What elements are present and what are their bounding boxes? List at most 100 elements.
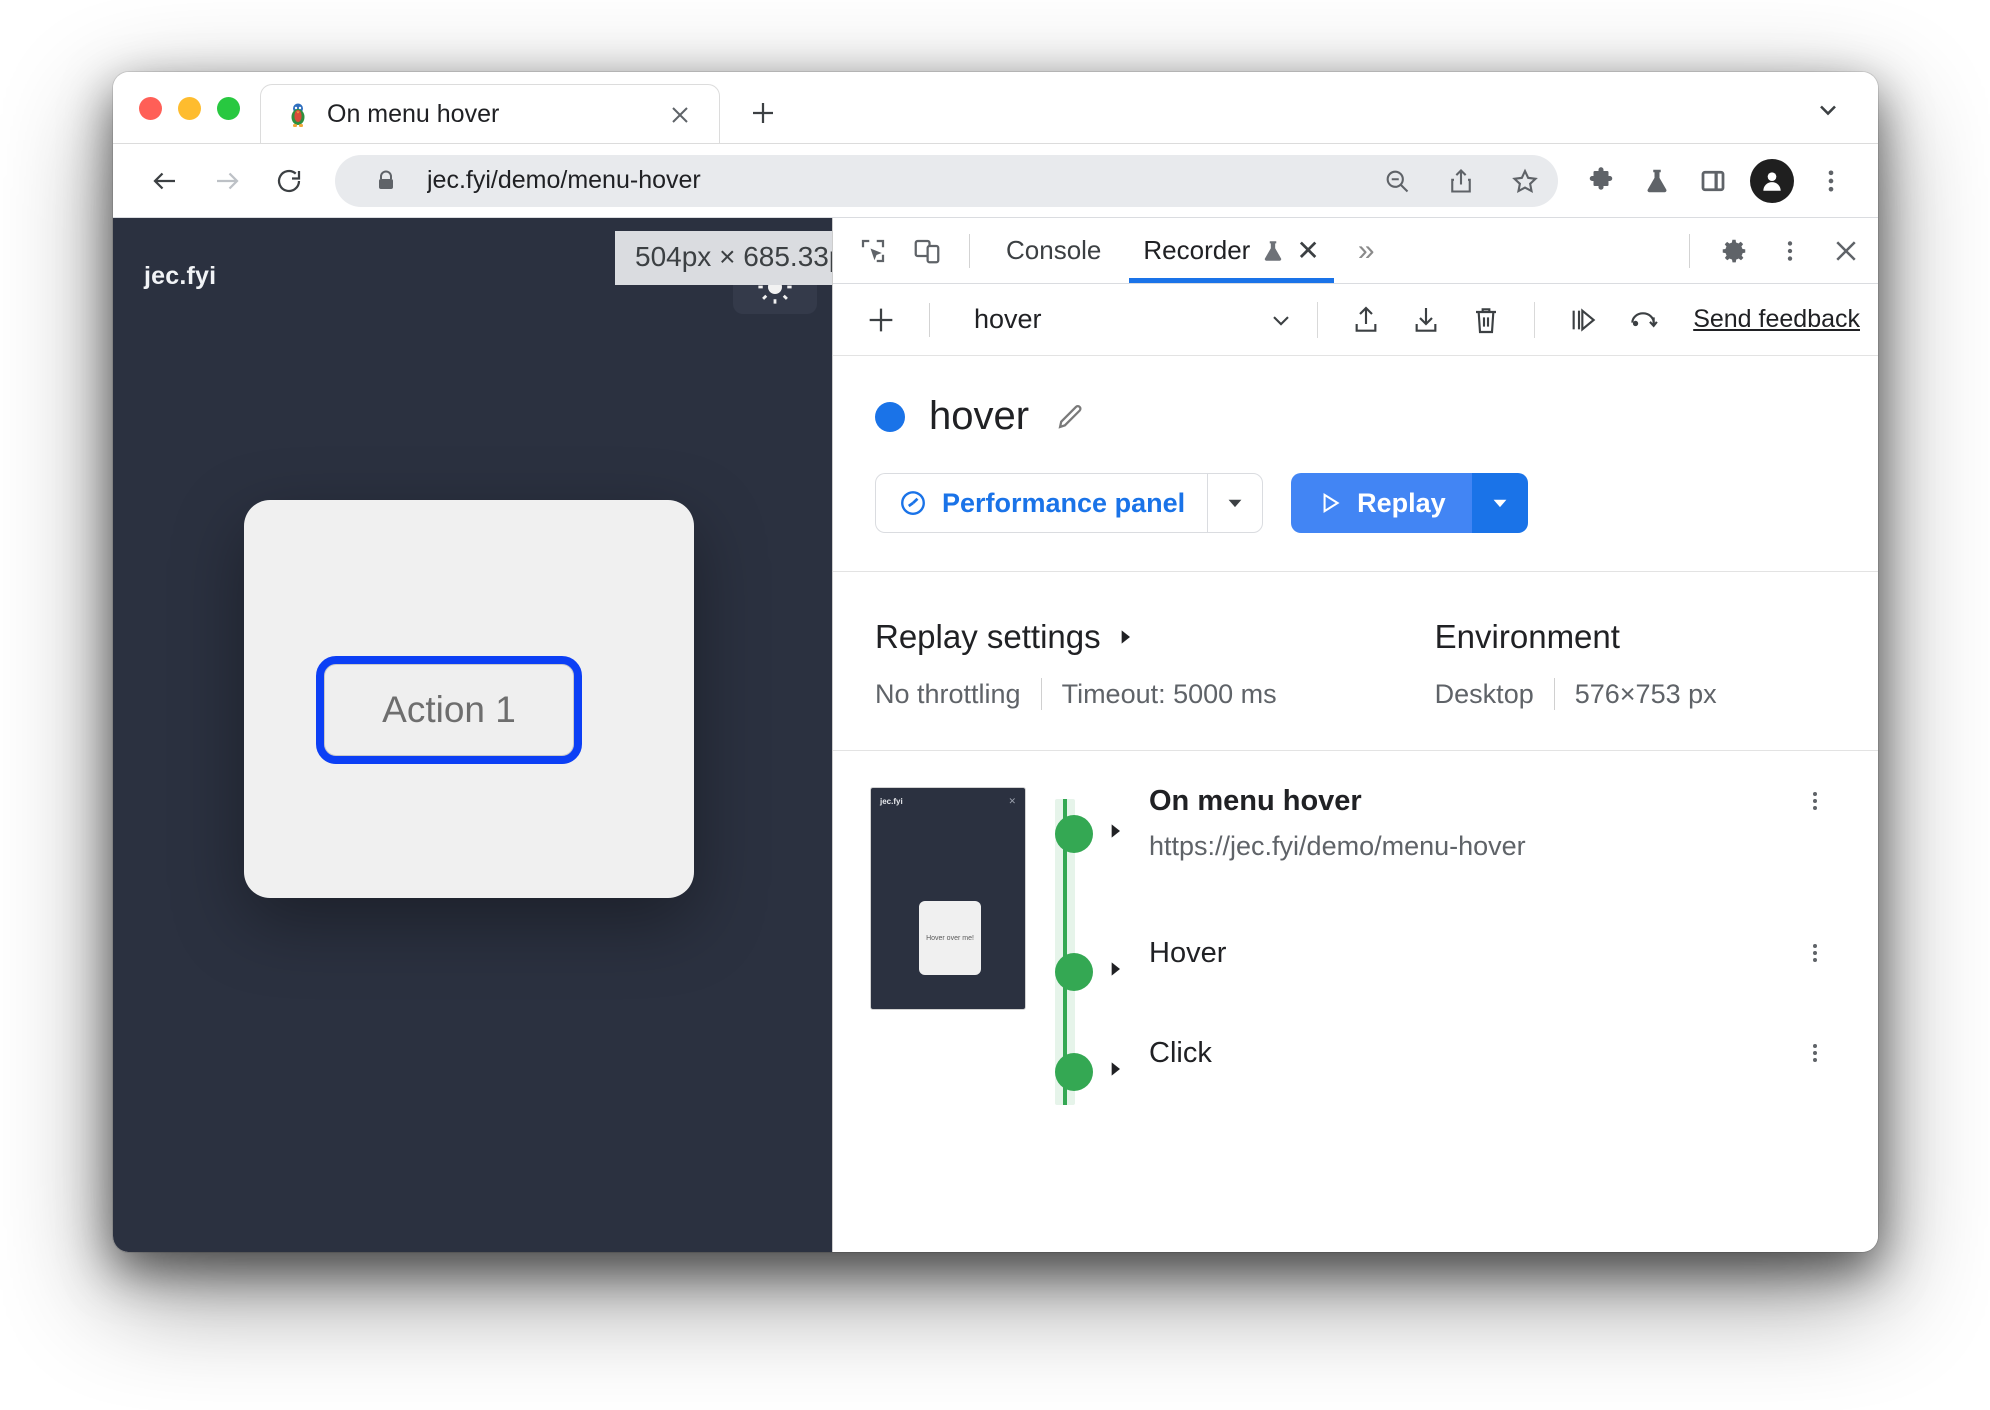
new-tab-button[interactable] <box>736 86 790 140</box>
step-title: Hover <box>1149 937 1227 969</box>
performance-panel-button[interactable]: Performance panel <box>875 473 1208 533</box>
environment-values: Desktop 576×753 px <box>1435 678 1737 710</box>
recording-status-dot <box>875 401 905 432</box>
step-kebab-menu-icon[interactable] <box>1792 1037 1838 1065</box>
forward-button[interactable] <box>199 153 255 209</box>
zoom-out-icon[interactable] <box>1374 158 1420 204</box>
replay-settings-label: Replay settings <box>875 618 1101 655</box>
replay-settings-values: No throttling Timeout: 5000 ms <box>875 678 1297 710</box>
devtools-kebab-menu-icon[interactable] <box>1764 225 1816 277</box>
tab-recorder[interactable]: Recorder ✕ <box>1123 219 1339 283</box>
replay-loop-icon[interactable] <box>1617 294 1669 346</box>
trash-icon[interactable] <box>1460 294 1512 346</box>
step-title: On menu hover <box>1149 785 1362 817</box>
toolbar-divider-right <box>1689 233 1690 268</box>
gear-icon[interactable] <box>1708 225 1760 277</box>
omnibox[interactable]: jec.fyi/demo/menu-hover <box>335 154 1558 207</box>
environment-column: Environment Desktop 576×753 px <box>1435 618 1737 710</box>
export-icon[interactable] <box>1340 294 1392 346</box>
replay-button[interactable]: Replay <box>1291 473 1472 533</box>
penguin-favicon <box>285 102 311 128</box>
page-brand: jec.fyi <box>144 262 217 290</box>
address-bar: jec.fyi/demo/menu-hover <box>113 144 1878 218</box>
step-kebab-menu-icon[interactable] <box>1792 785 1838 813</box>
minimize-window-button[interactable] <box>178 96 201 120</box>
device-toolbar-icon[interactable] <box>901 225 953 277</box>
chevron-down-icon[interactable] <box>1806 88 1850 132</box>
step-row[interactable]: On menu hover https://jec.fyi/demo/menu-… <box>833 785 1878 937</box>
settings-block: Replay settings No throttling Timeout: 5… <box>833 571 1878 750</box>
chevron-right-icon[interactable] <box>1105 959 1125 979</box>
play-icon <box>1317 490 1343 516</box>
tab-recorder-label: Recorder <box>1143 235 1251 265</box>
browser-window: On menu hover jec.fyi/demo/menu-hover je… <box>113 72 1878 1252</box>
replay-settings-toggle[interactable]: Replay settings <box>875 618 1297 656</box>
import-icon[interactable] <box>1400 294 1452 346</box>
recording-actions: Performance panel Replay <box>875 473 1878 533</box>
viewport-size-tooltip: 504px × 685.33px <box>615 231 832 285</box>
chevron-right-icon[interactable] <box>1105 821 1125 841</box>
chevron-right-icon <box>1115 627 1135 647</box>
recorder-divider-1 <box>929 302 930 337</box>
recorder-divider-2 <box>1317 301 1319 338</box>
timeout-value: Timeout: 5000 ms <box>1061 678 1277 709</box>
side-panel-icon[interactable] <box>1688 156 1738 206</box>
step-kebab-menu-icon[interactable] <box>1792 937 1838 965</box>
replay-settings-column: Replay settings No throttling Timeout: 5… <box>875 618 1297 710</box>
step-replay-icon[interactable] <box>1557 294 1609 346</box>
tab-strip: On menu hover <box>113 72 1878 144</box>
send-feedback-link[interactable]: Send feedback <box>1693 305 1860 334</box>
step-node <box>1055 1053 1093 1091</box>
zoom-window-button[interactable] <box>217 96 240 120</box>
performance-panel-split-button: Performance panel <box>875 473 1264 533</box>
step-node <box>1055 953 1093 991</box>
reload-button[interactable] <box>261 153 317 209</box>
recording-select-value[interactable]: hover <box>974 304 1042 335</box>
tab-console-label: Console <box>1006 235 1102 265</box>
recording-title: hover <box>929 394 1030 438</box>
action-1-button[interactable]: Action 1 <box>316 656 582 764</box>
close-recorder-tab-icon[interactable]: ✕ <box>1296 236 1319 265</box>
close-window-button[interactable] <box>139 96 162 120</box>
extensions-icon[interactable] <box>1576 156 1626 206</box>
tab-console[interactable]: Console <box>986 219 1121 283</box>
step-row[interactable]: Hover <box>833 937 1878 1037</box>
star-icon[interactable] <box>1502 158 1548 204</box>
replay-caret[interactable] <box>1471 473 1528 533</box>
window-controls <box>113 72 260 144</box>
browser-tab[interactable]: On menu hover <box>260 84 720 144</box>
steps-list: jec.fyi ✕ Hover over me! On menu hover h… <box>833 751 1878 1137</box>
steps-section: jec.fyi ✕ Hover over me! On menu hover h… <box>833 750 1878 1252</box>
performance-panel-caret[interactable] <box>1207 473 1264 533</box>
replay-split-button: Replay <box>1291 473 1528 533</box>
devtools-panel: Console Recorder ✕ » hover Send feedback… <box>832 218 1878 1252</box>
browser-menu-icon[interactable] <box>1806 156 1856 206</box>
step-content: On menu hover https://jec.fyi/demo/menu-… <box>1105 785 1792 862</box>
flask-icon <box>1260 238 1286 264</box>
add-recording-button[interactable] <box>855 294 907 346</box>
replay-label: Replay <box>1357 487 1446 518</box>
share-icon[interactable] <box>1438 158 1484 204</box>
recorder-toolbar: hover Send feedback <box>833 284 1878 356</box>
profile-avatar[interactable] <box>1750 158 1794 203</box>
step-content: Hover <box>1105 937 1792 970</box>
devtools-right-controls <box>1675 225 1872 277</box>
devtools-close-icon[interactable] <box>1820 225 1872 277</box>
experiments-flask-icon[interactable] <box>1632 156 1682 206</box>
close-icon[interactable] <box>663 98 697 132</box>
chevron-right-icon[interactable] <box>1105 1059 1125 1079</box>
lock-icon <box>363 158 409 204</box>
recording-header: hover Performance panel Replay <box>833 356 1878 533</box>
chevron-down-icon[interactable] <box>1267 306 1295 334</box>
back-button[interactable] <box>137 153 193 209</box>
devtools-overflow-icon[interactable]: » <box>1342 234 1391 268</box>
throttling-value: No throttling <box>875 678 1021 709</box>
demo-card: Action 1 <box>244 500 694 898</box>
pencil-icon[interactable] <box>1053 400 1087 434</box>
step-row[interactable]: Click <box>833 1037 1878 1137</box>
viewport-split: jec.fyi 504px × 685.33px Action 1 <box>113 218 1878 1252</box>
page-viewport: jec.fyi 504px × 685.33px Action 1 <box>113 218 832 1252</box>
step-content: Click <box>1105 1037 1792 1070</box>
inspect-cursor-icon[interactable] <box>847 225 899 277</box>
tab-title: On menu hover <box>327 100 500 128</box>
